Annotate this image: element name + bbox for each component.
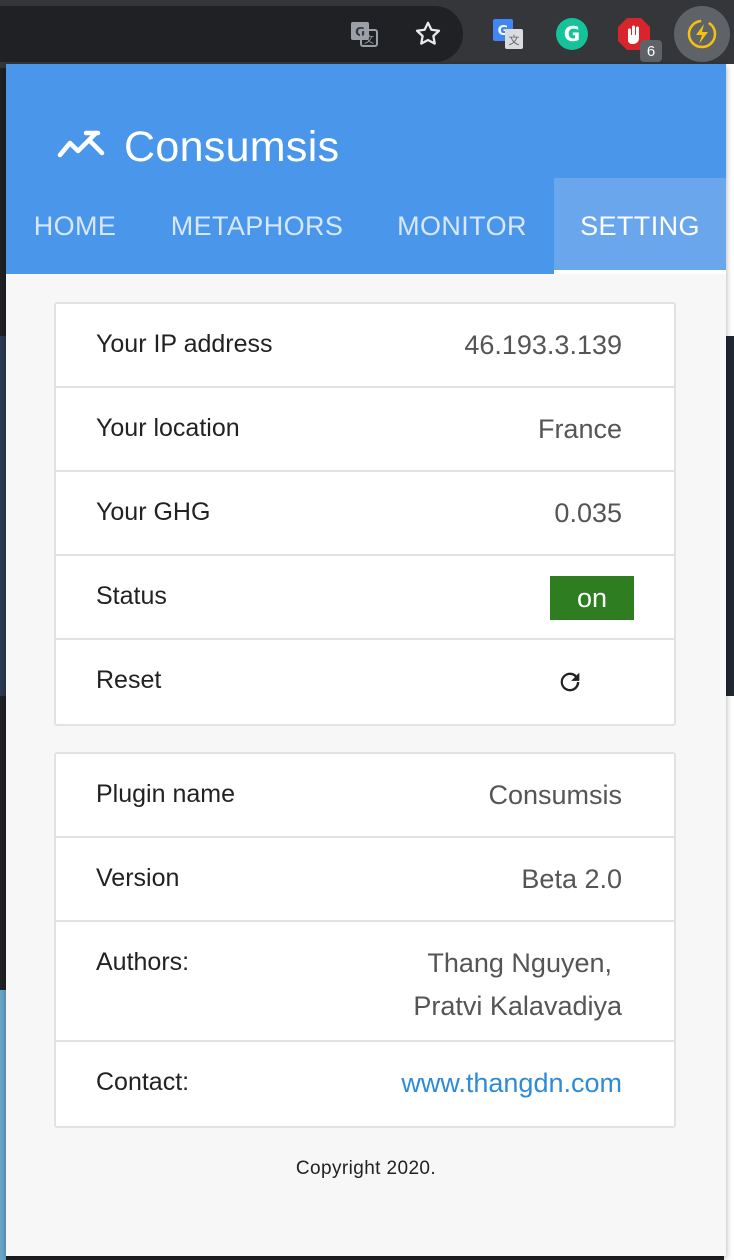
address-bar-end[interactable] (0, 6, 463, 62)
ghg-label: Your GHG (96, 498, 211, 526)
location-row: Your location France (56, 388, 674, 472)
contact-link[interactable]: www.thangdn.com (401, 1068, 622, 1099)
browser-toolbar: G 文 G 文 G 6 (0, 0, 734, 68)
ip-value: 46.193.3.139 (464, 330, 622, 360)
author-2: Pratvi Kalavadiya (413, 991, 622, 1021)
svg-text:文: 文 (509, 33, 520, 47)
authors-value: Thang Nguyen, Pratvi Kalavadiya (413, 942, 622, 1028)
google-translate-extension-icon[interactable]: G 文 (488, 14, 528, 54)
status-toggle-button[interactable]: on (550, 576, 634, 620)
plugin-name-row: Plugin name Consumsis (56, 754, 674, 838)
authors-label: Authors: (96, 948, 190, 976)
tab-setting[interactable]: SETTING (554, 178, 726, 274)
extension-badge: 6 (640, 40, 662, 62)
status-row: Status on (56, 556, 674, 640)
about-card: Plugin name Consumsis Version Beta 2.0 A… (54, 752, 676, 1128)
app-title: Consumsis (124, 122, 340, 171)
location-value: France (537, 414, 622, 444)
tab-metaphors[interactable]: METAPHORS (144, 178, 370, 274)
copyright-text: Copyright 2020. (295, 1158, 437, 1179)
ghg-value: 0.035 (554, 498, 622, 528)
plugin-name-label: Plugin name (96, 780, 235, 808)
reset-label: Reset (96, 666, 162, 694)
location-label: Your location (96, 414, 240, 442)
active-tab-indicator (554, 270, 726, 274)
status-label: Status (96, 582, 167, 610)
tab-home[interactable]: HOME (6, 178, 144, 274)
ghg-row: Your GHG 0.035 (56, 472, 674, 556)
settings-card: Your IP address 46.193.3.139 Your locati… (54, 302, 676, 726)
version-label: Version (96, 864, 180, 892)
contact-label: Contact: (96, 1068, 190, 1096)
author-1: Thang Nguyen, (427, 948, 612, 978)
bookmark-star-icon[interactable] (408, 14, 448, 54)
refresh-icon[interactable] (554, 666, 586, 698)
consumsis-extension-icon[interactable] (682, 14, 722, 54)
app-header: Consumsis HOME METAPHORS MONITOR SETTING (6, 64, 726, 274)
reset-row: Reset (56, 640, 674, 724)
plugin-name-value: Consumsis (488, 780, 622, 810)
svg-text:G: G (564, 22, 580, 46)
extension-popup: Consumsis HOME METAPHORS MONITOR SETTING… (6, 64, 726, 1256)
version-value: Beta 2.0 (521, 864, 622, 894)
brand: Consumsis (56, 116, 339, 178)
svg-text:文: 文 (364, 33, 374, 46)
ip-row: Your IP address 46.193.3.139 (56, 304, 674, 388)
translate-icon[interactable]: G 文 (344, 14, 384, 54)
grammarly-extension-icon[interactable]: G (552, 14, 592, 54)
tab-bar: HOME METAPHORS MONITOR SETTING (6, 178, 726, 274)
trending-chart-icon (56, 127, 106, 168)
contact-row: Contact: www.thangdn.com (56, 1042, 674, 1126)
version-row: Version Beta 2.0 (56, 838, 674, 922)
authors-row: Authors: Thang Nguyen, Pratvi Kalavadiya (56, 922, 674, 1042)
tab-monitor[interactable]: MONITOR (370, 178, 554, 274)
ip-label: Your IP address (96, 330, 273, 358)
